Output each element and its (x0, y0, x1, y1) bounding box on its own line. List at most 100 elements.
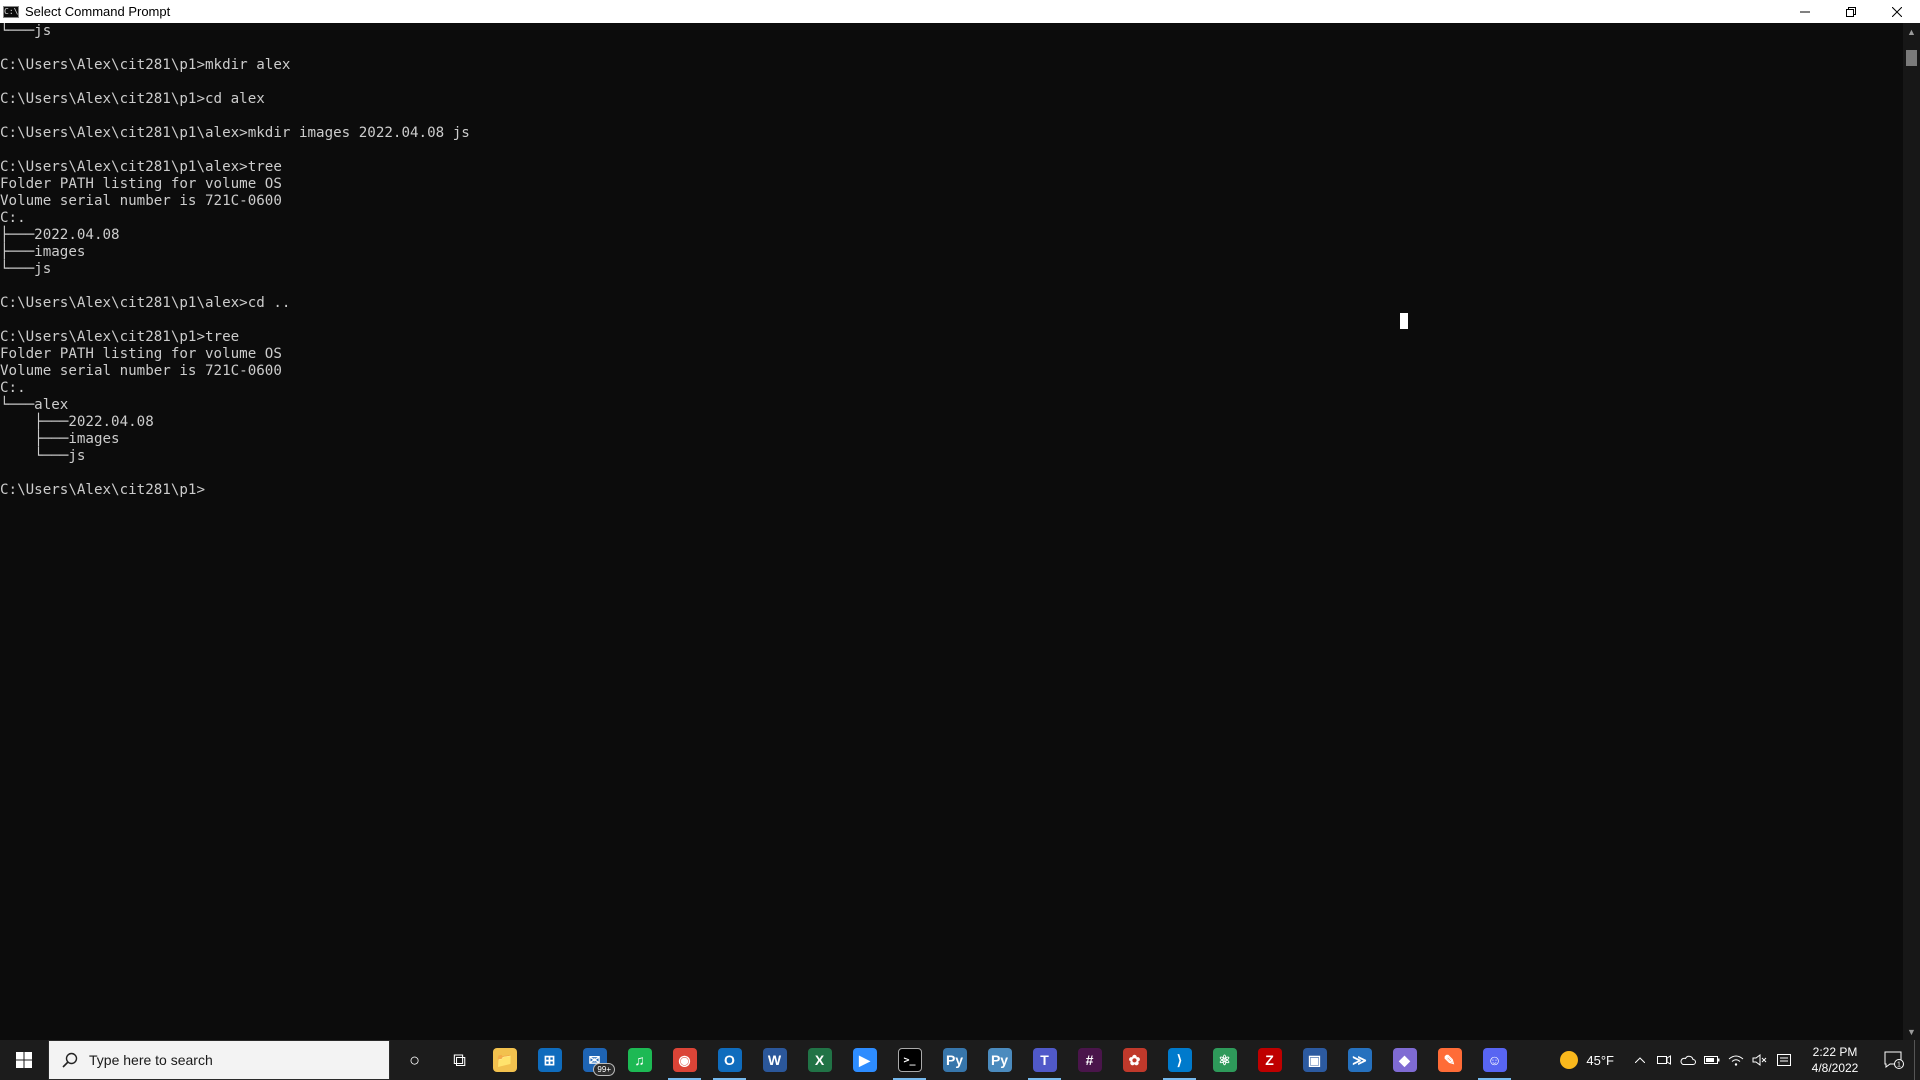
outlook-icon: O (717, 1048, 742, 1072)
console-line: Folder PATH listing for volume OS (0, 346, 282, 362)
mail-taskbar-button[interactable]: ✉ 99+ (572, 1040, 617, 1080)
slack-taskbar-button[interactable]: # (1067, 1040, 1112, 1080)
file-explorer-taskbar-button[interactable]: 📁 (482, 1040, 527, 1080)
zoom-icon: ▶ (852, 1048, 877, 1072)
system-tray: 45°F 2:22 PM 4/8/2022 1 (1560, 1040, 1920, 1080)
command-prompt-icon: >_ (897, 1048, 922, 1072)
vscode-icon: ⟩ (1167, 1048, 1192, 1072)
console-line: C:. (0, 380, 26, 396)
vscode-taskbar-button[interactable]: ⟩ (1157, 1040, 1202, 1080)
taskbar-clock[interactable]: 2:22 PM 4/8/2022 (1796, 1044, 1874, 1076)
console-line: C:. (0, 210, 26, 226)
scroll-up-arrow-icon[interactable]: ▲ (1903, 23, 1920, 40)
meet-now-icon[interactable] (1652, 1040, 1676, 1080)
atom-taskbar-button[interactable]: ⚛ (1202, 1040, 1247, 1080)
console-line: C:\Users\Alex\cit281\p1> (0, 482, 205, 498)
cmd-icon[interactable]: C:\ (3, 5, 19, 18)
console-output[interactable]: └───js C:\Users\Alex\cit281\p1>mkdir alex… (0, 23, 1903, 1040)
console-line: Folder PATH listing for volume OS (0, 176, 282, 192)
console-line: └───alex (0, 397, 69, 413)
clock-date: 4/8/2022 (1811, 1061, 1859, 1075)
filezilla-icon: Z (1257, 1048, 1282, 1072)
zoom-taskbar-button[interactable]: ▶ (842, 1040, 887, 1080)
file-explorer-icon: 📁 (492, 1048, 517, 1072)
excel-taskbar-button[interactable]: X (797, 1040, 842, 1080)
console-line: ├───2022.04.08 (0, 227, 120, 243)
spotify-icon: ♫ (627, 1048, 652, 1072)
gitkraken-icon: ◆ (1392, 1048, 1417, 1072)
notification-icon: 1 (1884, 1051, 1904, 1069)
start-button[interactable] (0, 1040, 48, 1080)
taskbar-search-box[interactable]: Type here to search (48, 1040, 390, 1080)
console-line: Volume serial number is 721C-0600 (0, 193, 282, 209)
excel-icon: X (807, 1048, 832, 1072)
show-desktop-button[interactable] (1914, 1040, 1920, 1080)
battery-icon[interactable] (1700, 1040, 1724, 1080)
postman-taskbar-button[interactable]: ✎ (1427, 1040, 1472, 1080)
console-line: C:\Users\Alex\cit281\p1\alex>cd .. (0, 295, 291, 311)
remote-desktop-taskbar-button[interactable]: ▣ (1292, 1040, 1337, 1080)
python-idle-icon: Py (987, 1048, 1012, 1072)
close-icon (1892, 6, 1902, 17)
gitkraken-taskbar-button[interactable]: ◆ (1382, 1040, 1427, 1080)
minimize-button[interactable] (1782, 0, 1828, 23)
python-taskbar-button[interactable]: Py (932, 1040, 977, 1080)
vertical-scrollbar[interactable]: ▲ ▼ (1903, 23, 1920, 1040)
filezilla-taskbar-button[interactable]: Z (1247, 1040, 1292, 1080)
console-line: ├───2022.04.08 (0, 414, 154, 430)
chrome-taskbar-button[interactable]: ◉ (662, 1040, 707, 1080)
paint-icon: ✿ (1122, 1048, 1147, 1072)
discord-taskbar-button[interactable]: ☺ (1472, 1040, 1517, 1080)
command-prompt-taskbar-button[interactable]: >_ (887, 1040, 932, 1080)
task-view-taskbar-button[interactable]: ⧉ (437, 1040, 482, 1080)
console-line: C:\Users\Alex\cit281\p1\alex>mkdir image… (0, 125, 470, 141)
input-indicator-icon[interactable] (1772, 1040, 1796, 1080)
scroll-down-arrow-icon[interactable]: ▼ (1903, 1023, 1920, 1040)
console-line: C:\Users\Alex\cit281\p1\alex>tree (0, 159, 282, 175)
notification-center-button[interactable]: 1 (1874, 1040, 1914, 1080)
task-view-icon: ⧉ (453, 1049, 466, 1070)
cortana-icon: ○ (409, 1049, 420, 1070)
temperature: 45°F (1586, 1052, 1614, 1068)
window-title: Select Command Prompt (25, 4, 171, 19)
windows-logo-icon (16, 1052, 32, 1068)
restore-icon (1846, 6, 1856, 17)
word-taskbar-button[interactable]: W (752, 1040, 797, 1080)
console-line: C:\Users\Alex\cit281\p1>mkdir alex (0, 57, 291, 73)
restore-button[interactable] (1828, 0, 1874, 23)
sun-icon (1560, 1051, 1579, 1069)
console-line: ├───images (0, 431, 120, 447)
powershell-taskbar-button[interactable]: ≫ (1337, 1040, 1382, 1080)
paint-taskbar-button[interactable]: ✿ (1112, 1040, 1157, 1080)
outlook-taskbar-button[interactable]: O (707, 1040, 752, 1080)
close-button[interactable] (1874, 0, 1920, 23)
spotify-taskbar-button[interactable]: ♫ (617, 1040, 662, 1080)
show-hidden-icons-chevron-icon[interactable] (1628, 1040, 1652, 1080)
scroll-thumb[interactable] (1906, 50, 1917, 66)
wifi-icon[interactable] (1724, 1040, 1748, 1080)
weather-widget[interactable]: 45°F (1560, 1051, 1614, 1069)
title-bar[interactable]: C:\ Select Command Prompt (0, 0, 1920, 23)
clock-time: 2:22 PM (1812, 1045, 1858, 1059)
python-idle-taskbar-button[interactable]: Py (977, 1040, 1022, 1080)
console-text: └───js C:\Users\Alex\cit281\p1>mkdir alex… (0, 23, 470, 499)
teams-taskbar-button[interactable]: T (1022, 1040, 1067, 1080)
postman-icon: ✎ (1437, 1048, 1462, 1072)
console-line: └───js (0, 448, 86, 464)
teams-icon: T (1032, 1048, 1057, 1072)
cortana-taskbar-button[interactable]: ○ (392, 1040, 437, 1080)
microsoft-store-taskbar-button[interactable]: ⊞ (527, 1040, 572, 1080)
minimize-icon (1800, 11, 1810, 12)
python-icon: Py (942, 1048, 967, 1072)
console-line: └───js (0, 23, 52, 39)
discord-icon: ☺ (1482, 1048, 1507, 1072)
onedrive-cloud-icon[interactable] (1676, 1040, 1700, 1080)
volume-muted-icon[interactable] (1748, 1040, 1772, 1080)
console-line: └───js (0, 261, 52, 277)
